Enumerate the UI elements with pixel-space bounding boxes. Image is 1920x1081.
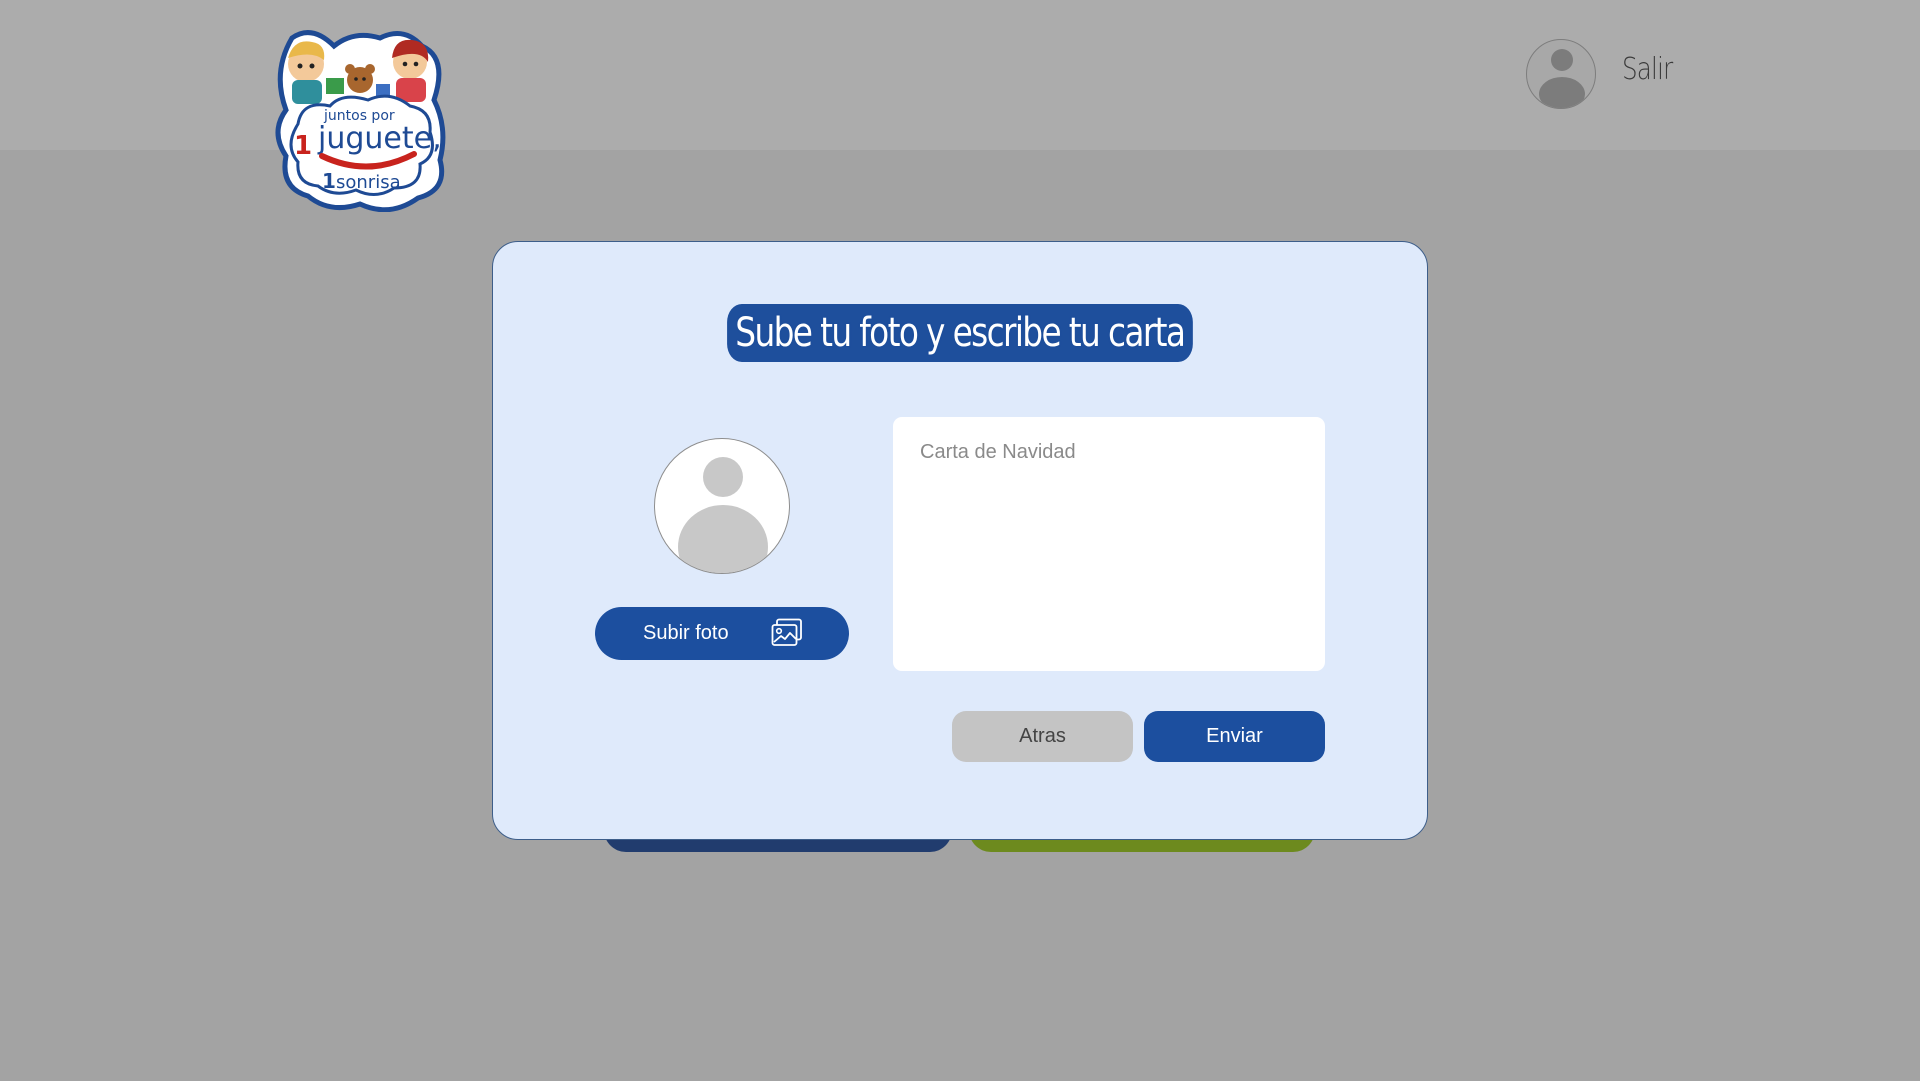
svg-text:juguete,: juguete,	[317, 121, 442, 156]
modal-title-text: Sube tu foto y escribe tu carta	[727, 304, 1193, 362]
svg-text:1: 1	[294, 131, 312, 161]
top-header: juntos por 1 juguete, 1 sonrisa Salir	[0, 0, 1920, 213]
upload-letter-modal: Sube tu foto y escribe tu carta Subir fo…	[492, 241, 1428, 840]
modal-title: Sube tu foto y escribe tu carta	[493, 304, 1427, 362]
christmas-letter-textarea[interactable]	[893, 417, 1325, 671]
logout-link[interactable]: Salir	[1622, 52, 1673, 87]
image-gallery-icon	[771, 618, 803, 648]
back-button[interactable]: Atras	[952, 711, 1133, 762]
svg-text:1: 1	[322, 169, 336, 193]
svg-text:sonrisa: sonrisa	[336, 172, 401, 193]
upload-photo-button[interactable]: Subir foto	[595, 607, 849, 660]
user-avatar-icon[interactable]	[1526, 39, 1596, 109]
app-logo[interactable]: juntos por 1 juguete, 1 sonrisa	[272, 28, 450, 213]
upload-photo-label: Subir foto	[643, 622, 729, 644]
send-button[interactable]: Enviar	[1144, 711, 1325, 762]
photo-placeholder-icon	[654, 438, 790, 574]
